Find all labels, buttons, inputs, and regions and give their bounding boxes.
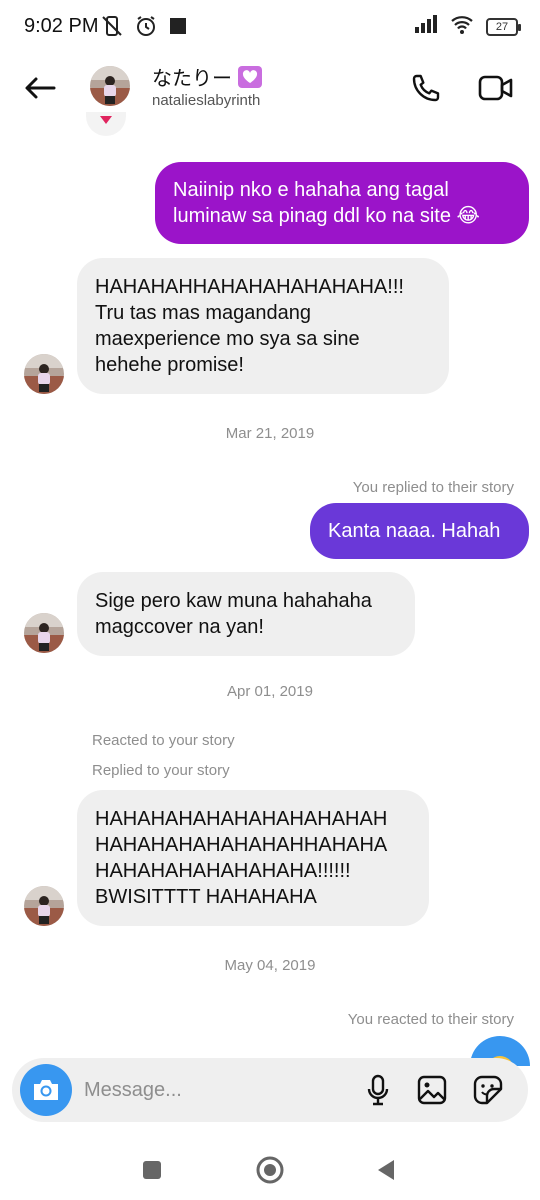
status-time: 9:02 PM (24, 15, 99, 37)
sender-avatar[interactable] (24, 613, 64, 653)
message-bubble-in[interactable]: HAHAHAHAHAHAHAHAHAHAH HAHAHAHAHAHAHAHHAH… (77, 790, 429, 926)
battery-icon: 27 (486, 17, 521, 36)
message-bubble-in[interactable]: Sige pero kaw muna hahahaha magccover na… (77, 572, 415, 656)
status-icons-left (100, 14, 188, 43)
story-reaction-note: Reacted to your story (92, 732, 235, 749)
story-reaction-note: You reacted to their story (347, 1011, 514, 1028)
message-input[interactable] (84, 1074, 344, 1106)
camera-icon (34, 1080, 58, 1100)
square-icon (143, 1161, 161, 1179)
message-bubble-out[interactable]: Kanta naaa. Hahah (310, 503, 529, 559)
status-bar: 9:02 PM 27 (0, 0, 540, 56)
arrow-left-icon (25, 77, 56, 99)
back-button[interactable] (18, 66, 62, 110)
system-nav-bar (0, 1136, 540, 1200)
video-camera-icon (478, 75, 513, 101)
date-separator: Apr 01, 2019 (227, 683, 313, 700)
message-text: Kanta naaa. Hahah (328, 520, 501, 542)
contact-name-text: なたりー (152, 68, 232, 90)
signal-icon (414, 15, 438, 38)
message-composer (12, 1058, 528, 1122)
purple-heart-icon (238, 65, 262, 88)
wifi-icon (450, 14, 474, 39)
notification-square-icon (168, 16, 188, 41)
image-icon (417, 1075, 447, 1105)
date-separator: May 04, 2019 (224, 957, 316, 974)
nav-back-button[interactable] (366, 1150, 406, 1190)
contact-name[interactable]: なたりー (152, 62, 262, 91)
story-reply-note: You replied to their story (352, 479, 514, 496)
sender-avatar[interactable] (24, 886, 64, 926)
message-text: HAHAHAHAHAHAHAHAHAHAH HAHAHAHAHAHAHAHHAH… (95, 808, 388, 908)
microphone-icon (367, 1074, 389, 1106)
phone-icon (412, 74, 440, 102)
message-text: Sige pero kaw muna hahahaha magccover na… (95, 590, 372, 638)
message-bubble-out[interactable]: Naiinip nko e hahaha ang tagal luminaw s… (155, 162, 529, 244)
message-text: HAHAHAHHAHAHAHAHAHAHA!!! Tru tas mas mag… (95, 276, 404, 376)
sender-avatar[interactable] (24, 354, 64, 394)
partial-reaction-heart (86, 112, 126, 136)
sticker-icon (473, 1075, 503, 1105)
recents-button[interactable] (132, 1150, 172, 1190)
camera-button[interactable] (20, 1064, 72, 1116)
contact-username: natalieslabyrinth (152, 92, 261, 109)
contact-avatar[interactable] (90, 66, 130, 106)
message-text: Naiinip nko e hahaha ang tagal luminaw s… (173, 179, 480, 227)
chat-header: なたりー natalieslabyrinth (0, 56, 540, 120)
gallery-button[interactable] (412, 1070, 452, 1110)
vibrate-off-icon (100, 14, 124, 43)
date-separator: Mar 21, 2019 (225, 425, 315, 442)
triangle-back-icon (378, 1160, 394, 1180)
story-reply-note: Replied to your story (92, 762, 230, 779)
alarm-icon (134, 14, 158, 43)
microphone-button[interactable] (358, 1070, 398, 1110)
call-button[interactable] (404, 66, 448, 110)
sticker-button[interactable] (468, 1070, 508, 1110)
message-bubble-in[interactable]: HAHAHAHHAHAHAHAHAHAHA!!! Tru tas mas mag… (77, 258, 449, 394)
circle-icon (256, 1156, 284, 1184)
video-call-button[interactable] (474, 66, 518, 110)
status-icons-right: 27 (414, 14, 521, 39)
home-button[interactable] (250, 1150, 290, 1190)
